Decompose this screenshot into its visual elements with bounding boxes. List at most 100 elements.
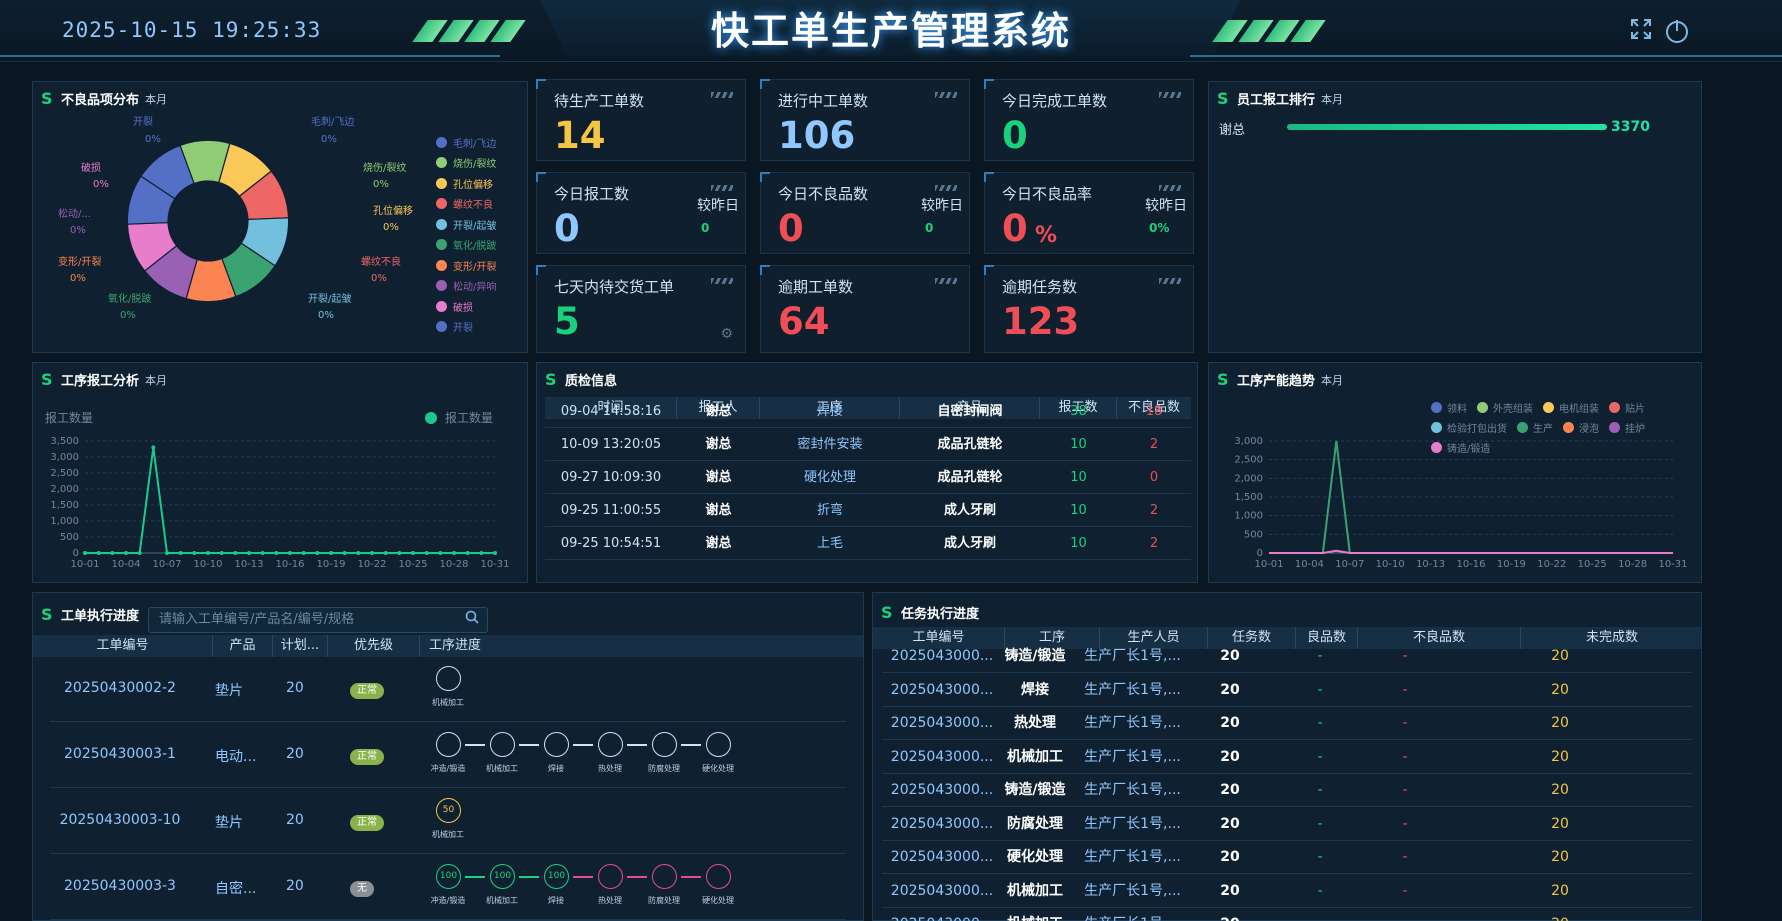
step-circle[interactable]: 100 — [490, 864, 515, 889]
data-point[interactable] — [274, 551, 279, 555]
defect-legend-item[interactable]: 开裂 — [436, 317, 496, 338]
table-row[interactable]: 09-04 14:58:16 谢总 焊接 自密封闸阀 38 18 — [545, 403, 1191, 428]
step-circle[interactable] — [490, 732, 515, 757]
table-row[interactable]: 2025043000... 防腐处理 生产厂长1号,... 20 - - 20 — [882, 808, 1692, 841]
defect-legend-item[interactable]: 烧伤/裂纹 — [436, 153, 496, 174]
step-circle[interactable] — [652, 864, 677, 889]
step-circle[interactable]: 100 — [544, 864, 569, 889]
table-cell: 20 — [1220, 748, 1240, 765]
table-row[interactable]: 09-27 10:09:30 谢总 硬化处理 成品孔链轮 10 0 — [545, 462, 1191, 494]
table-row[interactable]: 10-09 13:20:05 谢总 密封件安装 成品孔链轮 10 2 — [545, 429, 1191, 461]
data-point[interactable] — [247, 551, 251, 555]
data-point[interactable] — [424, 551, 429, 555]
step-circle[interactable] — [436, 666, 461, 691]
table-row[interactable]: 2025043000...机械加工生产厂长1号,...20--20 — [882, 908, 1692, 921]
defect-legend-item[interactable]: 孔位偏移 — [436, 173, 496, 194]
defect-legend-item[interactable]: 松动/异响 — [436, 276, 496, 297]
data-point[interactable] — [465, 551, 470, 555]
defect-legend-item[interactable]: 开裂/起皱 — [436, 214, 496, 235]
workorder-search-input[interactable]: 请输入工单编号/产品名/编号/规格 — [148, 607, 488, 633]
settings-gear-icon[interactable]: ⚙ — [720, 326, 733, 342]
defect-pct: 0% — [120, 310, 136, 321]
data-point[interactable] — [411, 551, 415, 555]
defect-legend-item[interactable]: 氧化/脱跛 — [436, 235, 496, 256]
data-point[interactable] — [151, 445, 156, 450]
table-row[interactable]: 2025043000... 硬化处理 生产厂长1号,... 20 - - 20 — [882, 841, 1692, 874]
data-point[interactable] — [301, 551, 306, 555]
x-tick-label: 10-01 — [1254, 559, 1283, 570]
kpi-bad-today-cmp-label: 较昨日 — [921, 198, 963, 214]
table-cell: 20 — [1551, 681, 1569, 698]
quality-table-body[interactable]: 09-04 14:58:16 谢总 焊接 自密封闸阀 38 18 10-09 13:20:0… — [545, 403, 1191, 582]
search-icon[interactable] — [460, 609, 484, 631]
data-point[interactable] — [370, 551, 374, 555]
step-circle[interactable] — [598, 732, 623, 757]
data-point[interactable] — [329, 551, 333, 555]
x-tick-label: 10-13 — [234, 559, 263, 570]
step-circle[interactable] — [436, 732, 461, 757]
kpi-bad-today: 今日不良品数 0 较昨日 0 — [760, 172, 970, 254]
defect-legend-item[interactable]: 螺纹不良 — [436, 194, 496, 215]
table-row[interactable]: 09-25 11:00:55 谢总 折弯 成人牙刷 10 2 — [545, 495, 1191, 527]
step-circle[interactable]: 50 — [436, 798, 461, 823]
data-point[interactable] — [260, 551, 265, 555]
table-row[interactable]: 2025043000...机械加工生产厂长1号,...20--20 — [882, 875, 1692, 908]
order-no: 20250430002-2 — [64, 680, 176, 696]
data-point[interactable] — [83, 551, 87, 555]
kpi-pending-label: 待生产工单数 — [554, 92, 645, 110]
data-point[interactable] — [192, 551, 197, 555]
kpi-inprogress-label: 进行中工单数 — [778, 92, 869, 110]
defect-legend-item[interactable]: 毛刺/飞边 — [436, 132, 496, 153]
data-point[interactable] — [288, 551, 292, 555]
data-point[interactable] — [493, 551, 497, 555]
table-row[interactable]: 2025043000...机械加工生产厂长1号,...20--20 — [882, 741, 1692, 774]
data-point[interactable] — [137, 551, 142, 555]
table-row[interactable]: 20250430003-3 自密... 20 无 100 冲造/锻造 100 机械加工 100 焊… — [50, 854, 846, 920]
x-tick-label: 10-22 — [357, 559, 386, 570]
table-row[interactable]: 2025043000... 焊接 生产厂长1号,... 20 - - 20 — [882, 674, 1692, 707]
step-circle[interactable] — [652, 732, 677, 757]
data-point[interactable] — [178, 551, 183, 555]
data-point[interactable] — [315, 551, 320, 555]
data-point[interactable] — [219, 551, 224, 555]
y-tick-label: 3,000 — [1234, 436, 1263, 447]
step-circle[interactable]: 100 — [436, 864, 461, 889]
step-circle[interactable] — [598, 864, 623, 889]
x-tick-label: 10-25 — [398, 559, 427, 570]
data-point[interactable] — [110, 551, 115, 555]
table-cell: 20 — [1551, 849, 1569, 865]
data-point[interactable] — [165, 551, 169, 555]
defect-label: 毛刺/飞边 — [311, 117, 355, 128]
defect-legend-label: 孔位偏移 — [453, 179, 493, 191]
data-point[interactable] — [206, 551, 210, 555]
data-point[interactable] — [452, 551, 456, 555]
data-point[interactable] — [96, 551, 101, 555]
table-row[interactable]: 2025043000... 热处理 生产厂长1号,... 20 - - 20 — [882, 707, 1692, 740]
ranking-value: 3370 — [1611, 119, 1650, 135]
table-row[interactable]: 20250430003-1 电动... 20 正常 冲造/锻造 机械加工 焊接 热处理 防腐处理… — [50, 722, 846, 788]
table-cell: - — [1317, 782, 1323, 798]
step-circle[interactable] — [706, 732, 731, 757]
data-point[interactable] — [233, 551, 238, 555]
data-point[interactable] — [383, 551, 388, 555]
table-row[interactable]: 20250430002-2 垫片 20 正常 机械加工 — [50, 656, 846, 722]
y-tick-label: 3,500 — [50, 436, 79, 447]
data-point[interactable] — [124, 551, 128, 555]
table-row[interactable]: 2025043000... 铸造/锻造 生产厂长1号,... 20 - - 20 — [882, 774, 1692, 807]
table-row[interactable]: 20250430003-10 垫片 20 正常 50 机械加工 — [50, 788, 846, 854]
fullscreen-icon[interactable] — [1628, 18, 1654, 44]
data-point[interactable] — [356, 551, 361, 555]
defect-legend-item[interactable]: 变形/开裂 — [436, 255, 496, 276]
table-row[interactable]: 2025043000... 铸造/锻造 生产厂长1号,... 20 - - 20 — [882, 640, 1692, 673]
table-cell: 10 — [1070, 536, 1087, 551]
data-point[interactable] — [438, 551, 443, 555]
step-circle[interactable] — [706, 864, 731, 889]
data-point[interactable] — [342, 551, 347, 555]
table-row[interactable]: 09-25 10:54:51 谢总 上毛 成人牙刷 10 2 — [545, 528, 1191, 560]
step-circle[interactable] — [544, 732, 569, 757]
defect-legend-item[interactable]: 破损 — [436, 296, 496, 317]
table-cell: 折弯 — [816, 503, 843, 518]
data-point[interactable] — [397, 551, 402, 555]
data-point[interactable] — [479, 551, 484, 555]
power-icon[interactable] — [1664, 18, 1690, 44]
